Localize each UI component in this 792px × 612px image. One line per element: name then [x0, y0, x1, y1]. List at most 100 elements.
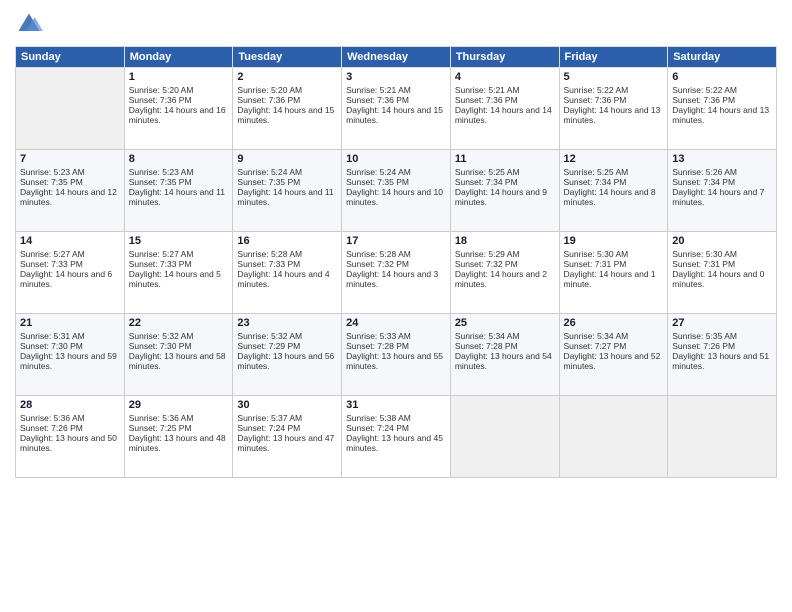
- sunrise-text: Sunrise: 5:22 AM: [564, 85, 664, 95]
- sunrise-text: Sunrise: 5:20 AM: [129, 85, 229, 95]
- daylight-text: Daylight: 13 hours and 55 minutes.: [346, 351, 446, 371]
- day-number: 5: [564, 71, 664, 83]
- daylight-text: Daylight: 13 hours and 54 minutes.: [455, 351, 555, 371]
- day-cell: 1Sunrise: 5:20 AMSunset: 7:36 PMDaylight…: [124, 68, 233, 150]
- day-cell: 13Sunrise: 5:26 AMSunset: 7:34 PMDayligh…: [668, 150, 777, 232]
- day-cell: 4Sunrise: 5:21 AMSunset: 7:36 PMDaylight…: [450, 68, 559, 150]
- day-number: 26: [564, 317, 664, 329]
- day-number: 4: [455, 71, 555, 83]
- sunset-text: Sunset: 7:33 PM: [129, 259, 229, 269]
- daylight-text: Daylight: 14 hours and 14 minutes.: [455, 105, 555, 125]
- day-cell: 2Sunrise: 5:20 AMSunset: 7:36 PMDaylight…: [233, 68, 342, 150]
- sunset-text: Sunset: 7:36 PM: [129, 95, 229, 105]
- col-header-thursday: Thursday: [450, 47, 559, 68]
- sunset-text: Sunset: 7:24 PM: [346, 423, 446, 433]
- day-number: 31: [346, 399, 446, 411]
- sunrise-text: Sunrise: 5:27 AM: [20, 249, 120, 259]
- day-cell: 5Sunrise: 5:22 AMSunset: 7:36 PMDaylight…: [559, 68, 668, 150]
- day-number: 20: [672, 235, 772, 247]
- daylight-text: Daylight: 14 hours and 8 minutes.: [564, 187, 664, 207]
- day-number: 23: [237, 317, 337, 329]
- daylight-text: Daylight: 14 hours and 11 minutes.: [129, 187, 229, 207]
- sunset-text: Sunset: 7:35 PM: [346, 177, 446, 187]
- col-header-saturday: Saturday: [668, 47, 777, 68]
- day-cell: 6Sunrise: 5:22 AMSunset: 7:36 PMDaylight…: [668, 68, 777, 150]
- daylight-text: Daylight: 14 hours and 0 minutes.: [672, 269, 772, 289]
- logo: [15, 10, 47, 38]
- calendar-table: SundayMondayTuesdayWednesdayThursdayFrid…: [15, 46, 777, 478]
- day-number: 14: [20, 235, 120, 247]
- day-number: 8: [129, 153, 229, 165]
- sunset-text: Sunset: 7:36 PM: [237, 95, 337, 105]
- daylight-text: Daylight: 14 hours and 3 minutes.: [346, 269, 446, 289]
- day-cell: 19Sunrise: 5:30 AMSunset: 7:31 PMDayligh…: [559, 232, 668, 314]
- sunset-text: Sunset: 7:28 PM: [346, 341, 446, 351]
- sunrise-text: Sunrise: 5:24 AM: [237, 167, 337, 177]
- daylight-text: Daylight: 14 hours and 12 minutes.: [20, 187, 120, 207]
- sunset-text: Sunset: 7:31 PM: [564, 259, 664, 269]
- sunrise-text: Sunrise: 5:23 AM: [20, 167, 120, 177]
- sunrise-text: Sunrise: 5:26 AM: [672, 167, 772, 177]
- sunset-text: Sunset: 7:29 PM: [237, 341, 337, 351]
- sunrise-text: Sunrise: 5:30 AM: [672, 249, 772, 259]
- day-cell: [450, 396, 559, 478]
- sunrise-text: Sunrise: 5:36 AM: [129, 413, 229, 423]
- daylight-text: Daylight: 14 hours and 15 minutes.: [346, 105, 446, 125]
- sunrise-text: Sunrise: 5:28 AM: [346, 249, 446, 259]
- sunset-text: Sunset: 7:33 PM: [20, 259, 120, 269]
- daylight-text: Daylight: 14 hours and 2 minutes.: [455, 269, 555, 289]
- day-number: 15: [129, 235, 229, 247]
- daylight-text: Daylight: 13 hours and 56 minutes.: [237, 351, 337, 371]
- daylight-text: Daylight: 14 hours and 13 minutes.: [564, 105, 664, 125]
- day-cell: 7 Sunrise: 5:23 AMSunset: 7:35 PMDaylight…: [16, 150, 125, 232]
- day-cell: 9Sunrise: 5:24 AMSunset: 7:35 PMDaylight…: [233, 150, 342, 232]
- daylight-text: Daylight: 13 hours and 52 minutes.: [564, 351, 664, 371]
- daylight-text: Daylight: 13 hours and 48 minutes.: [129, 433, 229, 453]
- day-cell: 25Sunrise: 5:34 AMSunset: 7:28 PMDayligh…: [450, 314, 559, 396]
- calendar-header: [15, 10, 777, 38]
- col-header-friday: Friday: [559, 47, 668, 68]
- day-number: 10: [346, 153, 446, 165]
- sunrise-text: Sunrise: 5:37 AM: [237, 413, 337, 423]
- day-cell: [16, 68, 125, 150]
- sunset-text: Sunset: 7:32 PM: [346, 259, 446, 269]
- day-number: 24: [346, 317, 446, 329]
- sunset-text: Sunset: 7:35 PM: [237, 177, 337, 187]
- sunrise-text: Sunrise: 5:35 AM: [672, 331, 772, 341]
- week-row-2: 7Sunrise: 5:23 AMSunset: 7:35 PMDaylight…: [16, 150, 777, 232]
- sunset-text: Sunset: 7:35 PM: [20, 177, 120, 187]
- week-row-5: 28Sunrise: 5:36 AMSunset: 7:26 PMDayligh…: [16, 396, 777, 478]
- day-cell: 31Sunrise: 5:38 AMSunset: 7:24 PMDayligh…: [342, 396, 451, 478]
- day-cell: 23Sunrise: 5:32 AMSunset: 7:29 PMDayligh…: [233, 314, 342, 396]
- day-cell: 8Sunrise: 5:23 AMSunset: 7:35 PMDaylight…: [124, 150, 233, 232]
- day-number: 3: [346, 71, 446, 83]
- day-number: 27: [672, 317, 772, 329]
- day-number: 29: [129, 399, 229, 411]
- day-number: 6: [672, 71, 772, 83]
- sunrise-text: Sunrise: 5:29 AM: [455, 249, 555, 259]
- sunrise-text: Sunrise: 5:20 AM: [237, 85, 337, 95]
- sunrise-text: Sunrise: 5:33 AM: [346, 331, 446, 341]
- day-cell: 11Sunrise: 5:25 AMSunset: 7:34 PMDayligh…: [450, 150, 559, 232]
- day-cell: 10Sunrise: 5:24 AMSunset: 7:35 PMDayligh…: [342, 150, 451, 232]
- sunrise-text: Sunrise: 5:28 AM: [237, 249, 337, 259]
- sunset-text: Sunset: 7:36 PM: [455, 95, 555, 105]
- day-number: 16: [237, 235, 337, 247]
- sunset-text: Sunset: 7:34 PM: [455, 177, 555, 187]
- daylight-text: Daylight: 13 hours and 51 minutes.: [672, 351, 772, 371]
- sunset-text: Sunset: 7:26 PM: [20, 423, 120, 433]
- sunrise-text: Sunrise: 5:34 AM: [455, 331, 555, 341]
- sunrise-text: Sunrise: 5:22 AM: [672, 85, 772, 95]
- day-number: 17: [346, 235, 446, 247]
- day-cell: 16Sunrise: 5:28 AMSunset: 7:33 PMDayligh…: [233, 232, 342, 314]
- day-number: 30: [237, 399, 337, 411]
- logo-icon: [15, 10, 43, 38]
- day-cell: 22Sunrise: 5:32 AMSunset: 7:30 PMDayligh…: [124, 314, 233, 396]
- sunset-text: Sunset: 7:35 PM: [129, 177, 229, 187]
- day-number: 25: [455, 317, 555, 329]
- week-row-3: 14Sunrise: 5:27 AMSunset: 7:33 PMDayligh…: [16, 232, 777, 314]
- day-number: 13: [672, 153, 772, 165]
- day-number: 7: [20, 153, 120, 165]
- col-header-tuesday: Tuesday: [233, 47, 342, 68]
- daylight-text: Daylight: 14 hours and 16 minutes.: [129, 105, 229, 125]
